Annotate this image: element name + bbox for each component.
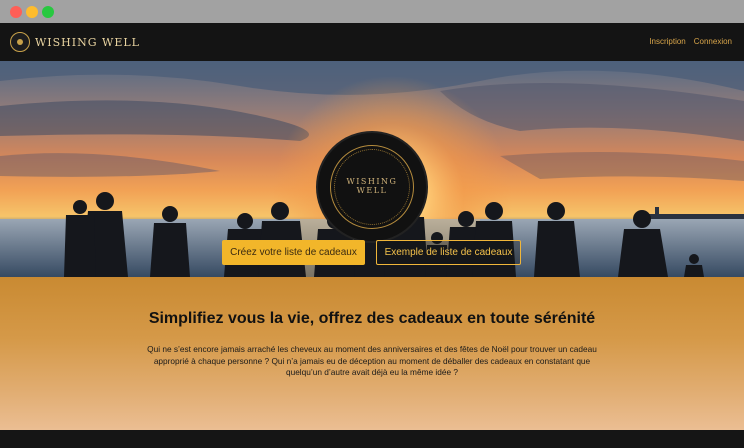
hero-banner: WISHING WELL [0,61,744,277]
intro-heading: Simplifiez vous la vie, offrez des cadea… [148,310,596,327]
intro-paragraph: Qui ne s’est encore jamais arraché les c… [147,344,597,378]
browser-window: WISHING WELL Inscription Connexion WISHI… [0,0,744,448]
brand-home-link[interactable]: WISHING WELL [10,31,140,53]
wishing-well-seal-logo: WISHING WELL [316,131,428,243]
minimize-window-button[interactable] [26,6,38,18]
brand-logo-icon [10,32,30,52]
seal-title-line1: WISHING [346,177,398,186]
zoom-window-button[interactable] [42,6,54,18]
window-titlebar [0,0,744,23]
seal-title-line2: WELL [356,186,388,195]
example-gift-list-button[interactable]: Exemple de liste de cadeaux [376,240,521,265]
create-gift-list-button[interactable]: Créez votre liste de cadeaux [222,240,365,265]
top-navbar: WISHING WELL Inscription Connexion [0,23,744,61]
nav-link-connexion[interactable]: Connexion [694,37,732,46]
intro-section: Simplifiez vous la vie, offrez des cadea… [0,277,744,430]
nav-link-inscription[interactable]: Inscription [649,37,685,46]
next-section-strip [0,430,744,448]
brand-name: WISHING WELL [35,35,140,49]
nav-links: Inscription Connexion [649,37,732,46]
close-window-button[interactable] [10,6,22,18]
seal-title: WISHING WELL [318,177,426,195]
